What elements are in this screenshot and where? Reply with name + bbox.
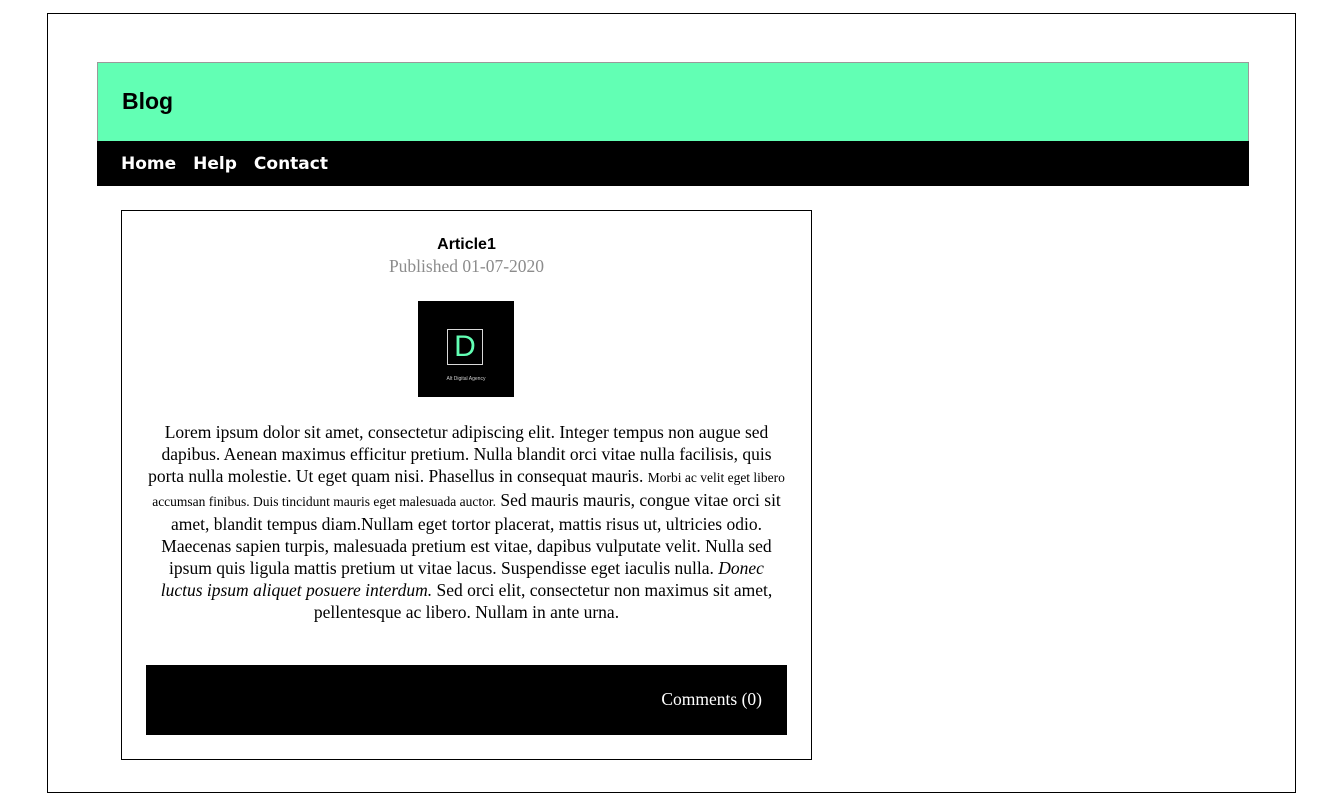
- site-title: Blog: [122, 88, 174, 114]
- article-body: Lorem ipsum dolor sit amet, consectetur …: [146, 421, 787, 623]
- nav-link-home[interactable]: Home: [121, 154, 176, 174]
- d-logo-icon: D Alt Digital Agency: [418, 301, 514, 397]
- nav-links: Home Help Contact: [121, 154, 328, 174]
- site-header: Blog: [97, 62, 1249, 141]
- article-published-date: Published 01-07-2020: [388, 256, 545, 276]
- logo-caption: Alt Digital Agency: [446, 376, 486, 382]
- nav-link-help[interactable]: Help: [193, 154, 237, 174]
- comments-bar: Comments (0): [146, 665, 787, 735]
- nav-bar: Home Help Contact: [97, 141, 1249, 186]
- logo-frame: D: [447, 329, 483, 365]
- logo-letter: D: [454, 330, 476, 363]
- nav-link-contact[interactable]: Contact: [254, 154, 328, 174]
- comments-link[interactable]: Comments (0): [661, 689, 762, 710]
- article-card: Article1 Published 01-07-2020 D Alt Digi…: [121, 210, 812, 760]
- article-title: Article1: [437, 236, 496, 253]
